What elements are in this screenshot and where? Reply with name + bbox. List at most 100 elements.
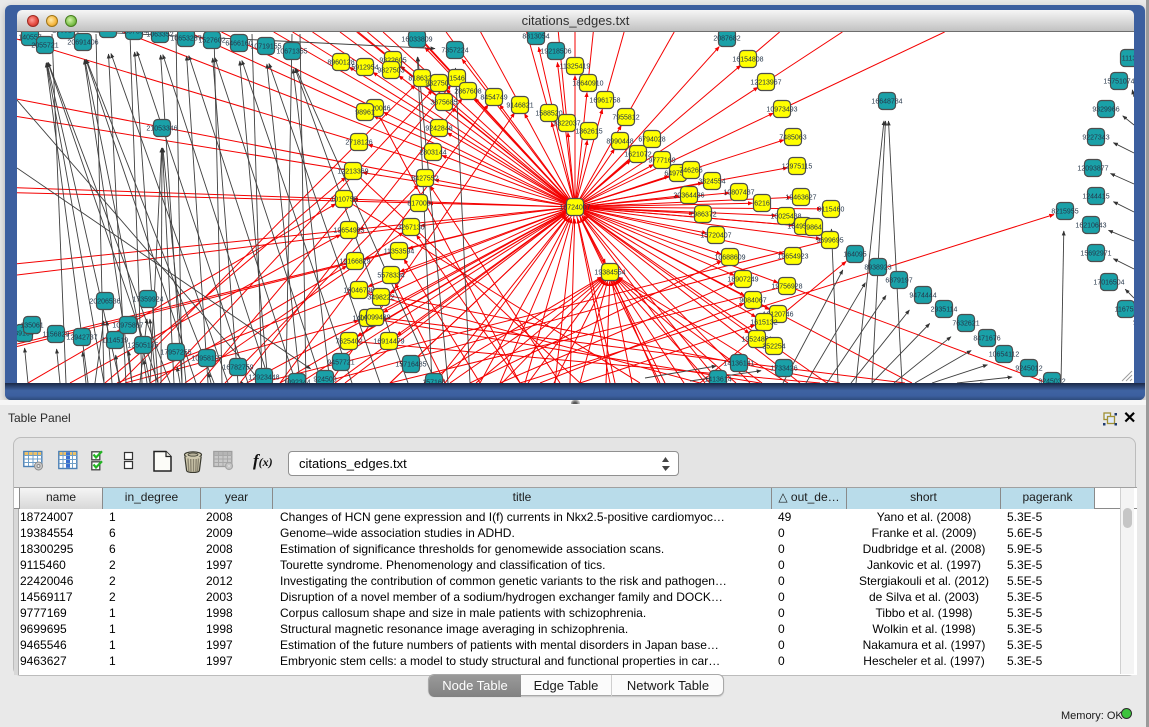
svg-text:15751074: 15751074 (1103, 79, 1134, 86)
svg-text:7955812: 7955812 (612, 115, 639, 122)
svg-text:16648784: 16648784 (871, 99, 902, 106)
svg-text:17957255: 17957255 (160, 350, 191, 357)
svg-text:252254: 252254 (762, 344, 785, 351)
svg-text:11325419: 11325419 (560, 64, 591, 71)
svg-text:5578334: 5578334 (377, 273, 404, 280)
svg-text:817006: 817006 (407, 201, 430, 208)
svg-text:8215955: 8215955 (1051, 209, 1078, 216)
svg-text:9322037: 9322037 (553, 121, 580, 128)
svg-text:6216: 6216 (754, 201, 770, 208)
svg-text:1362615: 1362615 (575, 129, 602, 136)
svg-text:9827503: 9827503 (377, 68, 404, 75)
svg-text:3875685: 3875685 (430, 100, 457, 107)
svg-text:20691406: 20691406 (67, 40, 98, 47)
svg-text:1092344: 1092344 (283, 380, 310, 384)
svg-text:1413614: 1413614 (704, 377, 731, 384)
svg-text:2803144: 2803144 (419, 150, 446, 157)
svg-text:10973493: 10973493 (766, 107, 797, 114)
svg-text:10807487: 10807487 (723, 190, 754, 197)
svg-text:1527602: 1527602 (198, 38, 225, 45)
svg-text:12975115: 12975115 (782, 164, 813, 171)
svg-text:9227343: 9227343 (1082, 135, 1109, 142)
svg-text:746266: 746266 (679, 168, 702, 175)
svg-text:12093877: 12093877 (1077, 166, 1108, 173)
svg-text:16033809: 16033809 (401, 37, 432, 44)
svg-text:12923448: 12923448 (248, 375, 279, 382)
svg-text:3498222: 3498222 (367, 295, 394, 302)
svg-text:7485063: 7485063 (779, 135, 806, 142)
svg-text:19756928: 19756928 (771, 284, 802, 291)
svg-text:6466160: 6466160 (225, 41, 252, 48)
svg-text:3267130: 3267130 (397, 225, 424, 232)
svg-text:7625402: 7625402 (335, 339, 362, 346)
svg-text:9245012: 9245012 (1015, 366, 1042, 373)
svg-text:18907249: 18907249 (727, 277, 758, 284)
svg-text:10654112: 10654112 (989, 352, 1020, 359)
svg-text:1244415: 1244415 (1082, 194, 1109, 201)
svg-text:2867608: 2867608 (454, 89, 481, 96)
svg-text:9115460: 9115460 (818, 207, 845, 214)
svg-text:12213369: 12213369 (337, 169, 368, 176)
svg-text:16782759: 16782759 (222, 365, 253, 372)
svg-text:9084067: 9084067 (739, 298, 766, 305)
svg-text:1114519: 1114519 (102, 338, 128, 345)
svg-text:10671355: 10671355 (276, 49, 307, 56)
svg-text:8454749: 8454749 (480, 95, 507, 102)
svg-text:5912954: 5912954 (351, 65, 378, 72)
svg-text:11353594: 11353594 (384, 249, 415, 256)
svg-text:135061: 135061 (20, 323, 43, 330)
svg-text:164095: 164095 (843, 252, 866, 259)
svg-text:8471676: 8471676 (973, 336, 1000, 343)
svg-text:1857394: 1857394 (120, 32, 147, 36)
svg-text:18640910: 18640910 (572, 81, 603, 88)
svg-text:9864: 9864 (806, 225, 822, 232)
svg-text:20206536: 20206536 (89, 299, 120, 306)
svg-text:10958107: 10958107 (191, 356, 222, 363)
svg-text:9242848: 9242848 (425, 126, 452, 133)
svg-text:1733426: 1733426 (770, 366, 797, 373)
svg-text:14136141: 14136141 (723, 361, 754, 368)
svg-text:1010755: 1010755 (330, 197, 357, 204)
svg-text:19654985: 19654985 (333, 228, 364, 235)
svg-text:15692971: 15692971 (1080, 251, 1111, 258)
svg-text:9245032: 9245032 (1038, 379, 1065, 384)
svg-text:15720407: 15720407 (700, 233, 731, 240)
svg-text:924503: 924503 (313, 377, 336, 384)
svg-text:19166829: 19166829 (339, 259, 370, 266)
svg-text:19463627: 19463627 (785, 195, 816, 202)
svg-text:16961758: 16961758 (589, 98, 620, 105)
svg-text:1113: 1113 (1122, 56, 1134, 63)
svg-text:16210643: 16210643 (1075, 223, 1106, 230)
svg-text:10975867: 10975867 (112, 323, 143, 330)
svg-text:16914479: 16914479 (373, 339, 404, 346)
svg-text:18724007: 18724007 (559, 205, 590, 212)
svg-text:98961: 98961 (355, 110, 375, 117)
svg-text:1546: 1546 (449, 76, 465, 83)
svg-text:7632621: 7632621 (952, 321, 979, 328)
svg-text:157164: 157164 (422, 380, 445, 384)
svg-text:8813054: 8813054 (522, 34, 549, 41)
svg-text:9457721: 9457721 (327, 360, 354, 367)
svg-text:19654923: 19654923 (777, 254, 808, 261)
svg-text:12942737: 12942737 (66, 335, 97, 342)
svg-text:6879197: 6879197 (885, 278, 912, 285)
svg-text:8990448: 8990448 (606, 139, 633, 146)
svg-text:20364436: 20364436 (673, 193, 704, 200)
svg-text:2718126: 2718126 (345, 140, 372, 147)
svg-text:9474444: 9474444 (909, 293, 936, 300)
svg-text:19218506: 19218506 (540, 49, 571, 56)
svg-text:19384554: 19384554 (594, 270, 625, 277)
svg-text:116753: 116753 (1115, 307, 1134, 314)
svg-text:9146821: 9146821 (506, 103, 533, 110)
svg-text:7357224: 7357224 (441, 48, 468, 55)
svg-text:1615132: 1615132 (750, 320, 777, 327)
svg-text:14099489: 14099489 (359, 315, 390, 322)
svg-text:16154808: 16154808 (732, 57, 763, 64)
svg-text:9777169: 9777169 (648, 158, 675, 165)
svg-text:9699695: 9699695 (816, 238, 843, 245)
svg-text:17359924: 17359924 (132, 297, 163, 304)
svg-text:3824554: 3824554 (698, 179, 725, 186)
svg-text:7986372: 7986372 (689, 212, 716, 219)
svg-text:2055721: 2055721 (31, 43, 58, 50)
svg-text:1063319: 1063319 (94, 32, 121, 34)
